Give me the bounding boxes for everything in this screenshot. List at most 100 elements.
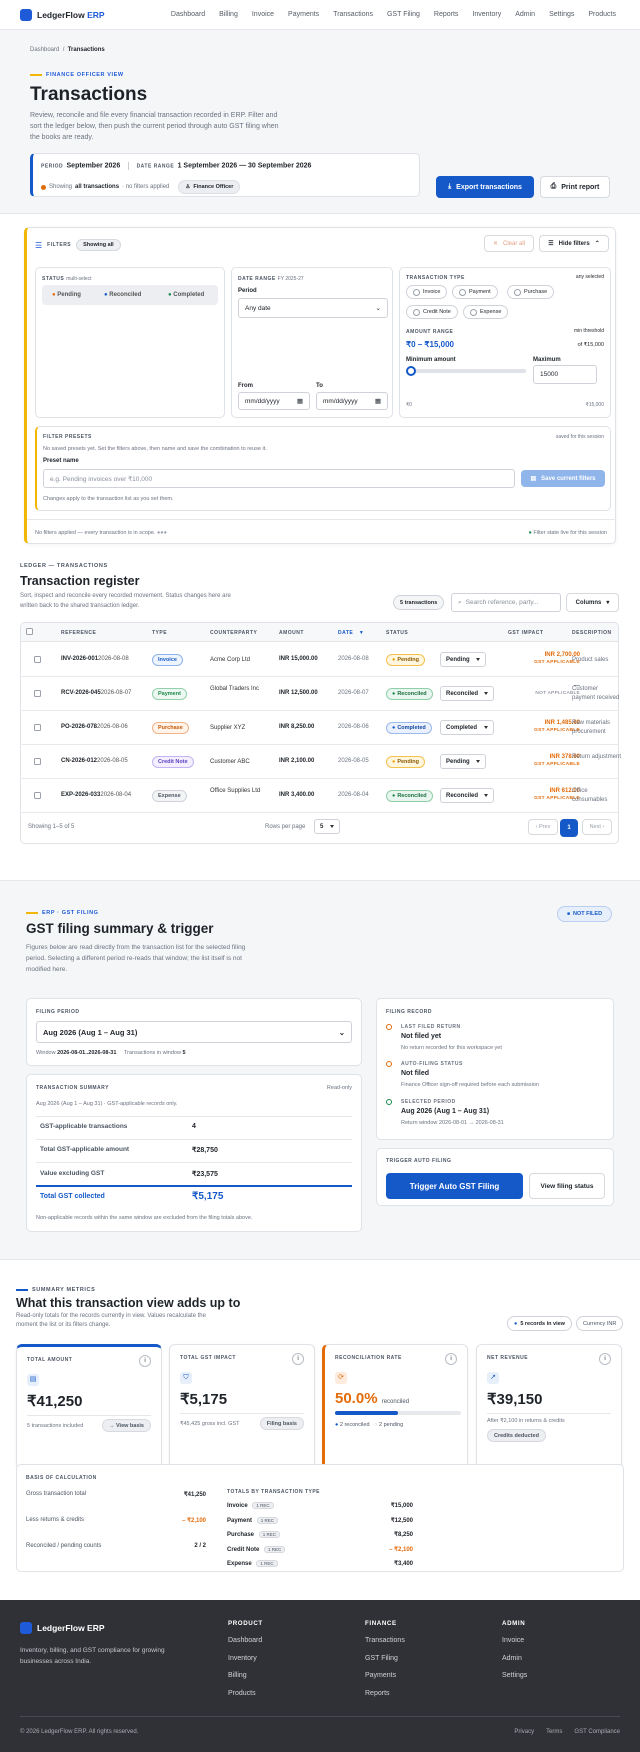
view-basis-button[interactable]: → View basis — [101, 1419, 151, 1432]
search-input[interactable]: ⌕ Search reference, party... — [451, 593, 561, 612]
filing-basis-button[interactable]: Filing basis — [259, 1417, 304, 1430]
header-amount[interactable]: AMOUNT — [279, 630, 304, 636]
next-page-button[interactable]: Next › — [582, 819, 612, 835]
footer-link[interactable]: Settings — [502, 1672, 527, 1679]
footer-link[interactable]: Admin — [502, 1655, 527, 1662]
status-filter-label: STATUS multi-select — [42, 276, 92, 282]
row-checkbox[interactable] — [34, 656, 41, 663]
status-option-reconciled[interactable]: ● Reconciled — [104, 292, 141, 298]
nav-link-settings[interactable]: Settings — [549, 11, 574, 18]
nav-link-payments[interactable]: Payments — [288, 11, 319, 18]
nav-link-reports[interactable]: Reports — [434, 11, 459, 18]
status-select[interactable]: Reconciled — [440, 788, 494, 803]
filing-period-card: FILING PERIOD Aug 2026 (Aug 1 – Aug 31) ⌄… — [26, 998, 362, 1066]
row-reference[interactable]: RCV-2026-0452026-08-07 — [61, 690, 131, 696]
terms-link[interactable]: Terms — [546, 1729, 562, 1735]
download-icon: ⤓ — [448, 183, 452, 190]
row-checkbox[interactable] — [34, 724, 41, 731]
footer-link[interactable]: Payments — [365, 1672, 405, 1679]
preset-name-input[interactable]: e.g. Pending invoices over ₹10,000 — [43, 469, 515, 488]
export-button[interactable]: ⤓ Export transactions — [436, 176, 534, 198]
header-date[interactable]: DATE ▼ — [338, 630, 364, 636]
type-chip-purchase[interactable]: Purchase — [507, 285, 555, 299]
info-icon[interactable]: i — [292, 1353, 304, 1365]
record-dot — [386, 1099, 392, 1105]
print-button[interactable]: ⎙ Print report — [540, 176, 610, 198]
period-select[interactable]: Any date ⌄ — [238, 298, 388, 318]
user-icon: ♙ — [185, 184, 191, 190]
row-reference[interactable]: INV-2026-0012026-08-08 — [61, 656, 129, 662]
footer-link[interactable]: Transactions — [365, 1637, 405, 1644]
select-all-checkbox[interactable] — [26, 628, 33, 635]
page-1-button[interactable]: 1 — [560, 819, 578, 837]
brand[interactable]: LedgerFlow ERP — [37, 10, 105, 20]
footer-link[interactable]: GST Filing — [365, 1655, 405, 1662]
amount-slider-thumb[interactable] — [406, 366, 416, 376]
footer-brand[interactable]: LedgerFlow ERP — [37, 1623, 105, 1633]
to-date-input[interactable]: mm/dd/yyyy ▦ — [316, 392, 388, 410]
status-select[interactable]: Pending — [440, 754, 486, 769]
nav-link-gst-filing[interactable]: GST Filing — [387, 11, 420, 18]
footer-link[interactable]: Invoice — [502, 1637, 527, 1644]
footer-link[interactable]: Inventory — [228, 1655, 263, 1662]
status-option-completed[interactable]: ● Completed — [168, 292, 204, 298]
save-preset-button[interactable]: ▤ Save current filters — [521, 470, 605, 487]
footer-link[interactable]: Products — [228, 1690, 263, 1697]
header-gst-impact[interactable]: GST IMPACT — [508, 630, 543, 636]
nav-link-transactions[interactable]: Transactions — [333, 11, 373, 18]
breadcrumb-dashboard[interactable]: Dashboard — [30, 47, 59, 53]
info-icon[interactable]: i — [599, 1353, 611, 1365]
metric-label: RECONCILIATION RATE — [335, 1355, 402, 1361]
footer-link[interactable]: Reports — [365, 1690, 405, 1697]
period-card: PERIOD September 2026 DATE RANGE 1 Septe… — [30, 153, 420, 197]
row-reference[interactable]: PO-2026-0782026-08-06 — [61, 724, 128, 730]
filing-period-select[interactable]: Aug 2026 (Aug 1 – Aug 31) ⌄ — [36, 1021, 352, 1043]
summary-row-value: ₹28,750 — [192, 1147, 218, 1154]
type-chip-invoice[interactable]: Invoice — [406, 285, 448, 299]
transaction-summary-card: TRANSACTION SUMMARY Read-only Aug 2026 (… — [26, 1074, 362, 1232]
type-badge: Payment — [152, 688, 187, 700]
amount-slider-track[interactable] — [406, 369, 526, 373]
prev-page-button[interactable]: ‹ Prev — [528, 819, 558, 835]
type-chip-payment[interactable]: Payment — [452, 285, 498, 299]
status-select[interactable]: Pending — [440, 652, 486, 667]
header-type[interactable]: TYPE — [152, 630, 167, 636]
status-select[interactable]: Reconciled — [440, 686, 494, 701]
nav-link-dashboard[interactable]: Dashboard — [171, 11, 205, 18]
type-chip-expense[interactable]: Expense — [463, 305, 509, 319]
nav-link-admin[interactable]: Admin — [515, 11, 535, 18]
footer-link[interactable]: Dashboard — [228, 1637, 263, 1644]
privacy-link[interactable]: Privacy — [514, 1729, 534, 1735]
status-option-pending[interactable]: ● Pending — [52, 292, 81, 298]
header-reference[interactable]: REFERENCE — [61, 630, 96, 636]
from-date-input[interactable]: mm/dd/yyyy ▦ — [238, 392, 310, 410]
type-chip-credit-note[interactable]: Credit Note — [406, 305, 458, 319]
nav-link-inventory[interactable]: Inventory — [472, 11, 501, 18]
row-checkbox[interactable] — [34, 792, 41, 799]
row-reference[interactable]: EXP-2026-0332026-08-04 — [61, 792, 131, 798]
metric-value: ₹39,150 — [487, 1391, 543, 1408]
status-select[interactable]: Completed — [440, 720, 494, 735]
info-icon[interactable]: i — [139, 1355, 151, 1367]
row-checkbox[interactable] — [34, 758, 41, 765]
gst-compliance-link[interactable]: GST Compliance — [574, 1729, 620, 1735]
row-reference[interactable]: CN-2026-0122026-08-05 — [61, 758, 128, 764]
header-description[interactable]: DESCRIPTION — [572, 630, 612, 636]
trigger-auto-gst-button[interactable]: Trigger Auto GST Filing — [386, 1173, 523, 1199]
columns-button[interactable]: Columns ▾ — [566, 593, 619, 612]
header-status[interactable]: STATUS — [386, 630, 408, 636]
header-counterparty[interactable]: COUNTERPARTY — [210, 630, 257, 636]
clear-all-button[interactable]: ✕ Clear all — [484, 235, 534, 252]
nav-link-invoice[interactable]: Invoice — [252, 11, 274, 18]
hide-filters-button[interactable]: ☰ Hide filters ⌃ — [539, 235, 609, 252]
view-filing-status-button[interactable]: View filing status — [529, 1173, 605, 1199]
rows-per-page-select[interactable]: 5 — [314, 819, 340, 834]
row-checkbox[interactable] — [34, 690, 41, 697]
info-icon[interactable]: i — [445, 1353, 457, 1365]
max-amount-input[interactable]: 15000 — [533, 365, 597, 384]
nav-link-products[interactable]: Products — [588, 11, 616, 18]
reconciliation-progress — [335, 1411, 461, 1415]
row-description: Product sales — [572, 657, 609, 663]
footer-link[interactable]: Billing — [228, 1672, 263, 1679]
nav-link-billing[interactable]: Billing — [219, 11, 238, 18]
